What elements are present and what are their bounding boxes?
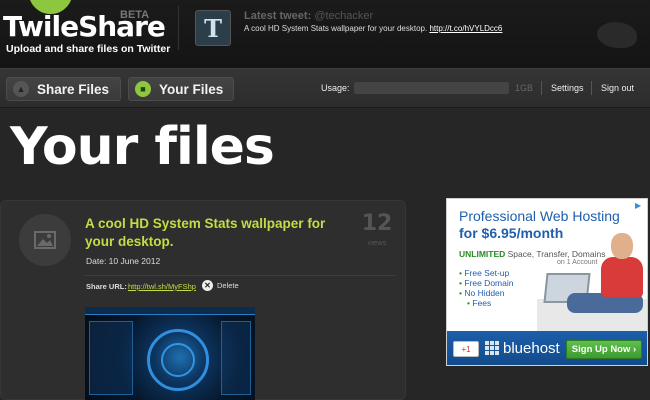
ad-unlimited-rest: Space, Transfer, Domains bbox=[505, 249, 606, 259]
card-divider bbox=[85, 275, 395, 276]
views-label: views bbox=[367, 238, 387, 247]
ad-unlimited-text: UNLIMITED Space, Transfer, Domains bbox=[459, 249, 605, 259]
latest-tweet-text: A cool HD System Stats wallpaper for you… bbox=[244, 24, 502, 33]
file-preview-image[interactable] bbox=[85, 307, 255, 400]
ad-unlimited-bold: UNLIMITED bbox=[459, 249, 506, 259]
usage-label: Usage: bbox=[321, 83, 350, 93]
ad-feature: Free Domain bbox=[459, 278, 539, 288]
ad-account-note: on 1 Account bbox=[557, 259, 598, 266]
usage-bar bbox=[354, 82, 509, 94]
ad-feature: Free Set-up bbox=[459, 268, 539, 278]
ad-headline: Professional Web Hosting for $6.95/month bbox=[459, 208, 620, 242]
upload-icon: ▲ bbox=[13, 81, 29, 97]
tweet-body: A cool HD System Stats wallpaper for you… bbox=[244, 24, 428, 33]
ad-feature: Fees bbox=[467, 298, 539, 308]
ad-feature: No Hidden bbox=[459, 288, 539, 298]
share-url-link[interactable]: http://twl.sh/MyFShp bbox=[128, 282, 196, 291]
image-icon bbox=[19, 214, 71, 266]
file-date: Date: 10 June 2012 bbox=[86, 256, 161, 266]
latest-tweet-label: Latest tweet: bbox=[244, 10, 312, 22]
tweet-link[interactable]: http://t.co/hVYLDcc6 bbox=[429, 24, 502, 33]
tweet-handle[interactable]: @techacker bbox=[314, 10, 373, 22]
delete-label: Delete bbox=[217, 281, 239, 290]
beta-badge: BETA bbox=[120, 9, 150, 21]
ad-brand: bluehost bbox=[503, 340, 560, 357]
ad-signup-button[interactable]: Sign Up Now › bbox=[566, 340, 642, 359]
ad-footer: +1 bluehost Sign Up Now › bbox=[447, 331, 647, 365]
delete-button[interactable]: ✕ Delete bbox=[202, 280, 239, 291]
bluehost-logo-icon bbox=[485, 341, 499, 355]
file-icon: ■ bbox=[135, 81, 151, 97]
share-url-label: Share URL: bbox=[86, 282, 127, 291]
your-files-button[interactable]: ■ Your Files bbox=[128, 77, 234, 101]
page-title: Your files bbox=[10, 117, 275, 177]
site-tagline: Upload and share files on Twitter bbox=[6, 43, 171, 55]
file-card: A cool HD System Stats wallpaper for you… bbox=[0, 200, 406, 400]
nav-divider bbox=[541, 81, 542, 95]
close-icon: ✕ bbox=[202, 280, 213, 291]
nav-divider bbox=[591, 81, 592, 95]
latest-tweet-heading: Latest tweet: @techacker bbox=[244, 10, 373, 22]
site-header: TwileShare BETA Upload and share files o… bbox=[0, 0, 650, 68]
file-title[interactable]: A cool HD System Stats wallpaper for you… bbox=[85, 215, 353, 251]
ad-choices-icon[interactable]: ▶ bbox=[635, 201, 645, 211]
sign-out-link[interactable]: Sign out bbox=[601, 83, 634, 93]
advertisement[interactable]: ▶ Professional Web Hosting for $6.95/mon… bbox=[446, 198, 648, 366]
tweet-avatar[interactable]: T bbox=[195, 10, 231, 46]
ad-features-list: Free Set-up Free Domain No Hidden Fees bbox=[459, 268, 539, 308]
google-plus-one-button[interactable]: +1 bbox=[453, 341, 479, 357]
share-files-button[interactable]: ▲ Share Files bbox=[6, 77, 121, 101]
usage-max: 1GB bbox=[515, 83, 534, 93]
ad-headline-line1: Professional Web Hosting bbox=[459, 208, 620, 224]
bird-icon bbox=[597, 22, 637, 48]
main-nav: ▲ Share Files ■ Your Files Usage: 1GB Se… bbox=[0, 68, 650, 108]
header-divider bbox=[178, 6, 179, 50]
share-files-label: Share Files bbox=[37, 81, 110, 97]
views-count: 12 bbox=[361, 211, 393, 236]
settings-link[interactable]: Settings bbox=[551, 83, 584, 93]
your-files-label: Your Files bbox=[159, 81, 224, 97]
ad-model-image bbox=[567, 231, 643, 331]
ad-headline-line2: for $6.95/month bbox=[459, 225, 564, 241]
